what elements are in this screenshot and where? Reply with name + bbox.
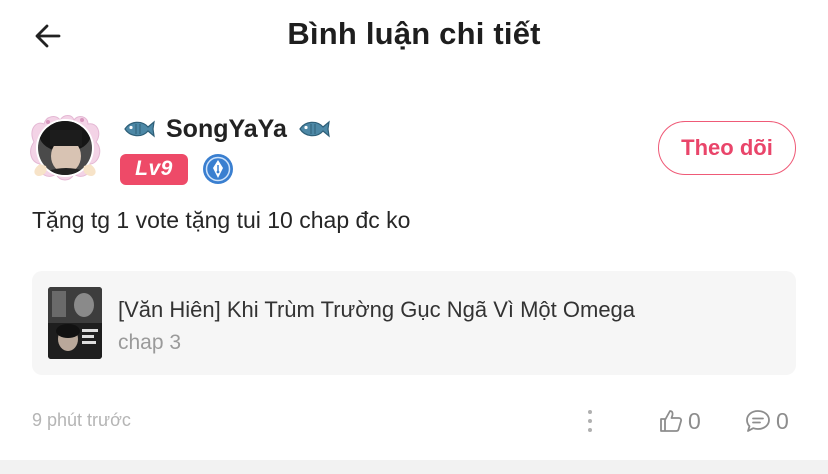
username-row: SongYaYa — [122, 112, 331, 146]
reply-count: 0 — [776, 407, 789, 434]
story-cover — [48, 287, 102, 359]
username[interactable]: SongYaYa — [166, 115, 287, 144]
fish-icon — [124, 120, 155, 138]
timestamp: 9 phút trước — [32, 410, 131, 430]
story-title: [Văn Hiên] Khi Trùm Trường Gục Ngã Vì Mộ… — [118, 297, 636, 322]
story-card[interactable]: [Văn Hiên] Khi Trùm Trường Gục Ngã Vì Mộ… — [32, 271, 796, 375]
vertical-dots-icon — [588, 410, 592, 414]
like-count: 0 — [688, 407, 701, 434]
user-badges: Lv9 — [120, 152, 234, 186]
thumbs-up-icon — [660, 410, 683, 432]
fish-icon — [299, 120, 330, 138]
top-bar: Bình luận chi tiết — [0, 0, 828, 72]
reply-button[interactable]: 0 — [744, 406, 789, 436]
comment-footer: 9 phút trước 0 0 — [0, 398, 828, 444]
pen-medal-icon — [203, 154, 233, 184]
comment-text: Tặng tg 1 vote tặng tui 10 chap đc ko — [32, 207, 411, 233]
page-title: Bình luận chi tiết — [287, 16, 541, 51]
level-badge: Lv9 — [120, 153, 188, 185]
follow-button[interactable]: Theo dõi — [658, 121, 796, 175]
avatar[interactable] — [26, 112, 104, 182]
like-button[interactable]: 0 — [658, 406, 701, 436]
more-options-button[interactable] — [582, 406, 598, 436]
comment-bubble-icon — [746, 410, 770, 432]
story-chapter: chap 3 — [118, 331, 182, 354]
section-divider — [0, 460, 828, 474]
